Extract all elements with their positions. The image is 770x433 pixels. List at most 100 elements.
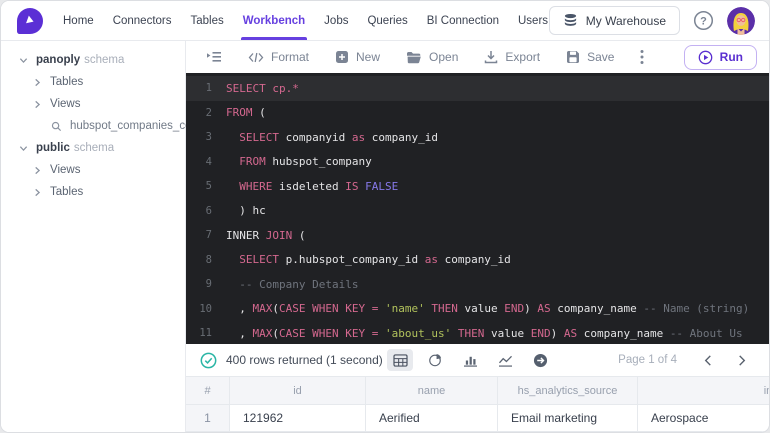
code-text: WHERE isdeleted IS FALSE xyxy=(239,179,399,193)
topbar-right-cluster: My Warehouse ? xyxy=(548,6,755,35)
code-line[interactable]: 3 SELECT companyid as company_id xyxy=(186,125,769,150)
code-text: -- Company Details xyxy=(239,277,359,291)
nav-item-workbench[interactable]: Workbench xyxy=(240,1,308,40)
code-text: INNER JOIN ( xyxy=(226,228,306,242)
code-text: , MAX(CASE WHEN KEY = 'about_us' THEN va… xyxy=(226,326,743,340)
results-toolbar: 400 rows returned (1 second) Page 1 of 4 xyxy=(186,344,769,376)
save-label: Save xyxy=(587,50,615,64)
nav-item-queries[interactable]: Queries xyxy=(367,1,407,40)
more-options-button[interactable] xyxy=(640,49,644,65)
toggle-editor-list-button[interactable] xyxy=(206,50,222,64)
top-navigation-bar: Home Connectors Tables Workbench Jobs Qu… xyxy=(1,1,769,41)
sidebar-item-public-tables[interactable]: Tables xyxy=(1,181,185,203)
folder-icon xyxy=(407,51,421,63)
help-icon[interactable]: ? xyxy=(693,10,714,31)
result-view-switcher xyxy=(387,349,553,371)
nav-item-home[interactable]: Home xyxy=(63,1,94,40)
run-label: Run xyxy=(719,50,743,64)
new-query-button[interactable]: New xyxy=(335,50,380,64)
sidebar-schema-panoply[interactable]: panoply schema xyxy=(1,49,185,71)
line-number: 5 xyxy=(205,180,212,193)
tree-item-label: Tables xyxy=(50,76,84,88)
code-line[interactable]: 6 ) hc xyxy=(186,199,769,224)
nav-item-bi-connection[interactable]: BI Connection xyxy=(427,1,499,40)
search-icon xyxy=(51,121,62,132)
results-table: #idnamehs_analytics_sourceindustry 11219… xyxy=(186,376,769,432)
code-line[interactable]: 8 SELECT p.hubspot_company_id as company… xyxy=(186,248,769,273)
column-header-id[interactable]: id xyxy=(230,377,366,405)
line-number: 4 xyxy=(205,155,212,168)
editor-list-icon xyxy=(207,52,221,62)
schema-name: panoply schema xyxy=(36,54,125,66)
table-cell[interactable]: Email marketing xyxy=(498,405,638,432)
chevron-right-icon xyxy=(33,188,42,197)
save-button[interactable]: Save xyxy=(566,50,614,64)
chevron-down-icon xyxy=(19,56,28,65)
panoply-logo-icon[interactable] xyxy=(17,7,43,34)
sidebar-item-panoply-views[interactable]: Views xyxy=(1,93,185,115)
line-number: 9 xyxy=(205,278,212,291)
sidebar-search-result[interactable]: hubspot_companies_cons... xyxy=(1,115,213,137)
nav-item-connectors[interactable]: Connectors xyxy=(113,1,172,40)
table-cell[interactable]: Aerospace xyxy=(638,405,769,432)
table-cell[interactable]: Aerified xyxy=(366,405,498,432)
line-number: 1 xyxy=(205,82,212,95)
table-view-button[interactable] xyxy=(387,349,414,371)
code-line[interactable]: 1 SELECT cp.* xyxy=(186,76,769,101)
code-line[interactable]: 10 , MAX(CASE WHEN KEY = 'name' THEN val… xyxy=(186,297,769,322)
column-header-industry[interactable]: industry xyxy=(638,377,769,405)
page-indicator: Page 1 of 4 xyxy=(618,354,677,366)
code-line[interactable]: 4 FROM hubspot_company xyxy=(186,150,769,175)
column-header-name[interactable]: name xyxy=(366,377,498,405)
line-number: 8 xyxy=(205,253,212,266)
bar-chart-view-button[interactable] xyxy=(457,349,483,371)
chevron-down-icon xyxy=(19,144,28,153)
line-number: 10 xyxy=(199,302,212,315)
forward-view-button[interactable] xyxy=(527,349,553,371)
nav-item-tables[interactable]: Tables xyxy=(191,1,224,40)
sql-editor[interactable]: 1 SELECT cp.* 2 FROM (3 SELECT companyid as… xyxy=(186,73,769,344)
pie-chart-icon xyxy=(429,354,442,367)
table-header-row: #idnamehs_analytics_sourceindustry xyxy=(186,377,769,405)
line-chart-icon xyxy=(498,355,512,367)
sidebar-item-panoply-tables[interactable]: Tables xyxy=(1,71,185,93)
code-line[interactable]: 5 WHERE isdeleted IS FALSE xyxy=(186,174,769,199)
sidebar-schema-public[interactable]: public schema xyxy=(1,137,185,159)
nav-item-users[interactable]: Users xyxy=(518,1,548,40)
row-index-cell[interactable]: 1 xyxy=(186,405,230,432)
open-query-button[interactable]: Open xyxy=(406,50,458,64)
next-page-button[interactable] xyxy=(729,349,755,371)
new-file-icon xyxy=(336,51,349,63)
pie-chart-view-button[interactable] xyxy=(422,349,448,371)
database-icon xyxy=(564,13,576,26)
kebab-menu-icon xyxy=(640,50,644,64)
table-cell[interactable]: 121962 xyxy=(230,405,366,432)
chevron-right-icon xyxy=(33,166,42,175)
success-check-icon xyxy=(200,352,217,368)
table-row: 1 121962 Aerified Email marketing Aerospace xyxy=(186,405,769,432)
chevron-right-icon xyxy=(33,78,42,87)
tree-item-label: Tables xyxy=(50,186,84,198)
format-button[interactable]: Format xyxy=(248,50,309,64)
code-line[interactable]: 11 , MAX(CASE WHEN KEY = 'about_us' THEN… xyxy=(186,321,769,344)
code-line[interactable]: 7 INNER JOIN ( xyxy=(186,223,769,248)
sidebar-item-public-views[interactable]: Views xyxy=(1,159,185,181)
run-button[interactable]: Run xyxy=(683,44,757,70)
line-number: 7 xyxy=(205,229,212,242)
line-chart-view-button[interactable] xyxy=(492,349,518,371)
nav-item-jobs[interactable]: Jobs xyxy=(324,1,348,40)
code-line[interactable]: 9 -- Company Details xyxy=(186,272,769,297)
code-text: ) hc xyxy=(226,204,266,218)
column-header-hs_analytics_source[interactable]: hs_analytics_source xyxy=(498,377,638,405)
download-icon xyxy=(485,51,498,64)
export-label: Export xyxy=(505,50,541,64)
pagination: Page 1 of 4 xyxy=(618,349,755,371)
previous-page-button[interactable] xyxy=(695,349,721,371)
user-avatar[interactable] xyxy=(727,6,755,35)
my-warehouse-button[interactable]: My Warehouse xyxy=(548,6,680,35)
tree-item-label: Views xyxy=(50,164,81,176)
export-button[interactable]: Export xyxy=(484,50,540,64)
column-header-index[interactable]: # xyxy=(186,377,230,405)
code-line[interactable]: 2 FROM ( xyxy=(186,101,769,126)
code-lines: 1 SELECT cp.* 2 FROM (3 SELECT companyid as… xyxy=(186,76,769,344)
